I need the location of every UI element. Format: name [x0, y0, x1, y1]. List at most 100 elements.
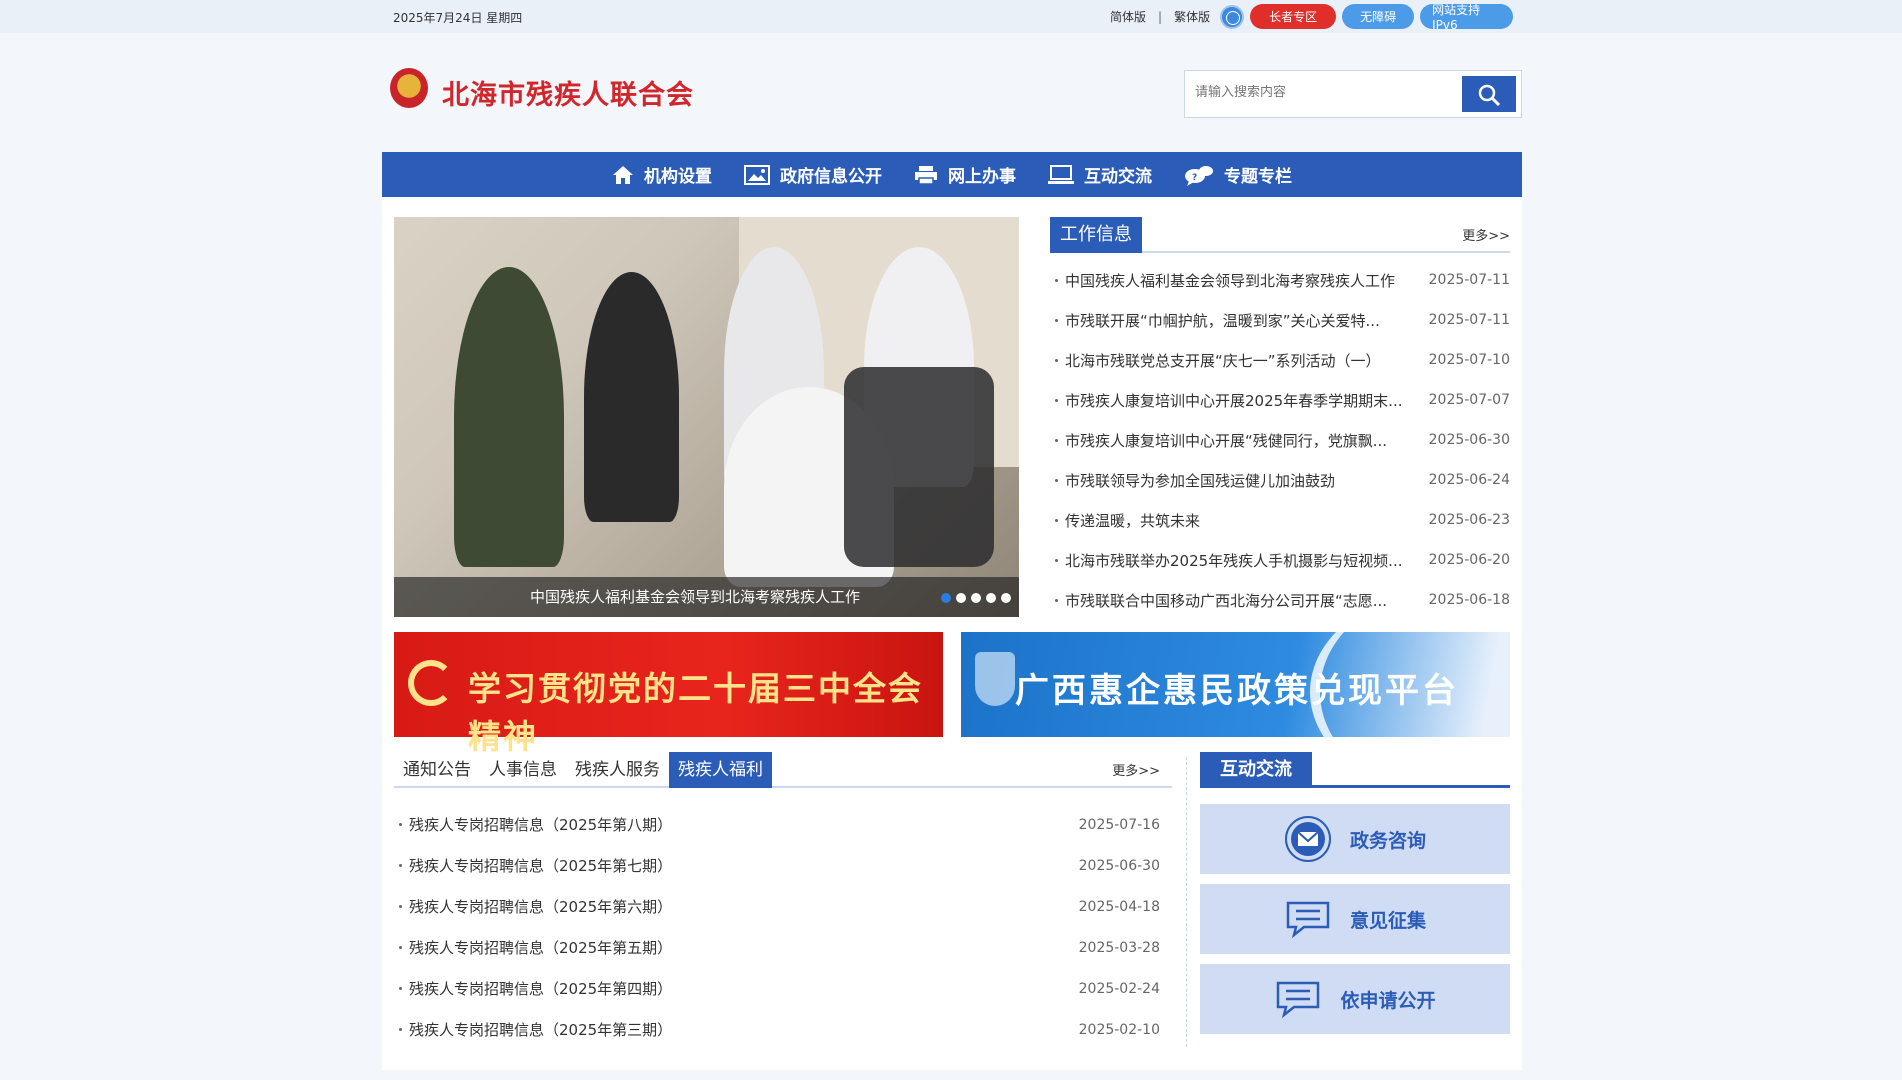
message-icon	[1286, 901, 1330, 939]
list-item[interactable]: 北海市残联举办2025年残疾人手机摄影与短视频... 2025-06-20	[1050, 540, 1510, 580]
nav-label: 互动交流	[1084, 167, 1152, 187]
news-title[interactable]: 市残联领导为参加全国残运健儿加油鼓劲	[1065, 470, 1426, 491]
bullet	[399, 946, 402, 949]
list-item[interactable]: 中国残疾人福利基金会领导到北海考察残疾人工作 2025-07-11	[1050, 260, 1510, 300]
news-title[interactable]: 市残疾人康复培训中心开展2025年春季学期期末...	[1065, 390, 1426, 411]
chat-icon: ?	[1185, 165, 1213, 186]
nav-gov-info[interactable]: 政府信息公开	[744, 162, 882, 187]
search-icon	[1478, 84, 1501, 107]
bullet	[399, 905, 402, 908]
tab-notices[interactable]: 通知公告	[394, 752, 480, 788]
bullet	[1055, 438, 1058, 442]
notice-title[interactable]: 残疾人专岗招聘信息（2025年第七期）	[409, 855, 1062, 876]
photo-carousel[interactable]: 中国残疾人福利基金会领导到北海考察残疾人工作	[394, 217, 1019, 617]
tab-disabled-welfare[interactable]: 残疾人福利	[669, 752, 772, 788]
carousel-dot[interactable]	[1001, 593, 1011, 603]
news-date: 2025-07-11	[1428, 312, 1510, 328]
bullet	[1055, 478, 1058, 482]
topbar-links: 简体版 | 繁体版 长者专区 无障碍 网站支持IPv6	[1110, 3, 1514, 32]
current-date: 2025年7月24日 星期四	[393, 11, 523, 25]
list-item[interactable]: 残疾人专岗招聘信息（2025年第七期） 2025-06-30	[394, 845, 1172, 886]
monitor-icon	[1048, 164, 1074, 184]
news-date: 2025-06-23	[1428, 512, 1510, 528]
notice-title[interactable]: 残疾人专岗招聘信息（2025年第八期）	[409, 814, 1062, 835]
list-item[interactable]: 残疾人专岗招聘信息（2025年第六期） 2025-04-18	[394, 886, 1172, 927]
carousel-dot[interactable]	[956, 593, 966, 603]
gov-consultation-button[interactable]: 政务咨询	[1200, 804, 1510, 874]
news-date: 2025-06-24	[1428, 472, 1510, 488]
shield-icon	[975, 652, 1015, 706]
elder-zone-button[interactable]: 长者专区	[1250, 4, 1337, 29]
notice-title[interactable]: 残疾人专岗招聘信息（2025年第四期）	[409, 978, 1062, 999]
bullet	[399, 823, 402, 826]
nav-interaction[interactable]: 互动交流	[1048, 162, 1152, 187]
notice-title[interactable]: 残疾人专岗招聘信息（2025年第六期）	[409, 896, 1062, 917]
party-study-banner[interactable]: 学习贯彻党的二十届三中全会精神	[394, 632, 943, 756]
list-item[interactable]: 北海市残联党总支开展“庆七一”系列活动（一） 2025-07-10	[1050, 340, 1510, 380]
news-title[interactable]: 北海市残联举办2025年残疾人手机摄影与短视频...	[1065, 550, 1426, 571]
notice-date: 2025-02-24	[1078, 980, 1160, 997]
carousel-caption[interactable]: 中国残疾人福利基金会领导到北海考察残疾人工作	[530, 586, 860, 607]
tab-personnel[interactable]: 人事信息	[480, 752, 566, 788]
list-item[interactable]: 市残联联合中国移动广西北海分公司开展“志愿... 2025-06-18	[1050, 580, 1510, 620]
nav-special-topics[interactable]: ? 专题专栏	[1184, 162, 1292, 187]
work-news-more-link[interactable]: 更多>>	[1462, 225, 1510, 244]
printer-icon	[915, 165, 937, 185]
disclosure-request-button[interactable]: 依申请公开	[1200, 964, 1510, 1034]
news-title[interactable]: 中国残疾人福利基金会领导到北海考察残疾人工作	[1065, 270, 1426, 291]
news-title[interactable]: 市残疾人康复培训中心开展“残健同行，党旗飘...	[1065, 430, 1426, 451]
tab-disabled-services[interactable]: 残疾人服务	[566, 752, 669, 788]
search-box	[1184, 70, 1522, 118]
photo-person	[584, 272, 679, 522]
interaction-title[interactable]: 互动交流	[1200, 752, 1312, 788]
carousel-dot[interactable]	[941, 593, 951, 603]
news-title[interactable]: 传递温暖，共筑未来	[1065, 510, 1426, 531]
accessibility-button[interactable]: 无障碍	[1342, 4, 1415, 29]
list-item[interactable]: 残疾人专岗招聘信息（2025年第五期） 2025-03-28	[394, 927, 1172, 968]
bullet	[399, 1028, 402, 1031]
news-date: 2025-06-30	[1428, 432, 1510, 448]
notice-date: 2025-02-10	[1078, 1021, 1160, 1038]
notice-date: 2025-06-30	[1078, 857, 1160, 874]
nav-org-structure[interactable]: 机构设置	[612, 162, 712, 187]
news-title[interactable]: 北海市残联党总支开展“庆七一”系列活动（一）	[1065, 350, 1426, 371]
traditional-chinese-link[interactable]: 繁体版	[1174, 8, 1210, 25]
notice-title[interactable]: 残疾人专岗招聘信息（2025年第三期）	[409, 1019, 1062, 1040]
news-title[interactable]: 市残联联合中国移动广西北海分公司开展“志愿...	[1065, 590, 1426, 611]
list-item[interactable]: 市残疾人康复培训中心开展“残健同行，党旗飘... 2025-06-30	[1050, 420, 1510, 460]
news-title[interactable]: 市残联开展“巾帼护航，温暖到家”关心关爱特...	[1065, 310, 1426, 331]
opinion-collection-button[interactable]: 意见征集	[1200, 884, 1510, 954]
bullet	[1055, 398, 1058, 402]
list-item[interactable]: 市残疾人康复培训中心开展2025年春季学期期末... 2025-07-07	[1050, 380, 1510, 420]
site-header: 北海市残疾人联合会	[382, 33, 1522, 152]
list-item[interactable]: 残疾人专岗招聘信息（2025年第四期） 2025-02-24	[394, 968, 1172, 1009]
list-item[interactable]: 市残联开展“巾帼护航，温暖到家”关心关爱特... 2025-07-11	[1050, 300, 1510, 340]
list-item[interactable]: 残疾人专岗招聘信息（2025年第八期） 2025-07-16	[394, 804, 1172, 845]
notice-title[interactable]: 残疾人专岗招聘信息（2025年第五期）	[409, 937, 1062, 958]
ipv6-badge[interactable]: 网站支持IPv6	[1420, 3, 1514, 32]
tab-bar: 通知公告 人事信息 残疾人服务 残疾人福利	[394, 752, 1172, 788]
policy-platform-banner[interactable]: 广西惠企惠民政策兑现平台	[961, 632, 1510, 737]
tabs-more-link[interactable]: 更多>>	[1112, 760, 1160, 779]
globe-icon[interactable]	[1220, 4, 1245, 29]
work-news-panel: 工作信息 更多>> 中国残疾人福利基金会领导到北海考察残疾人工作 2025-07-…	[1050, 217, 1510, 622]
list-item[interactable]: 市残联领导为参加全国残运健儿加油鼓劲 2025-06-24	[1050, 460, 1510, 500]
site-title[interactable]: 北海市残疾人联合会	[442, 73, 694, 112]
hammer-sickle-icon	[408, 660, 454, 706]
list-item[interactable]: 残疾人专岗招聘信息（2025年第三期） 2025-02-10	[394, 1009, 1172, 1050]
button-label: 意见征集	[1349, 909, 1426, 932]
news-date: 2025-06-20	[1428, 552, 1510, 568]
column-divider	[1186, 757, 1187, 1047]
main-content: 中国残疾人福利基金会领导到北海考察残疾人工作 工作信息 更多>> 中国残疾人福利…	[382, 197, 1522, 1070]
bullet	[1055, 358, 1058, 362]
search-button[interactable]	[1462, 76, 1516, 112]
work-news-title[interactable]: 工作信息	[1050, 217, 1142, 253]
list-item[interactable]: 传递温暖，共筑未来 2025-06-23	[1050, 500, 1510, 540]
carousel-dot[interactable]	[971, 593, 981, 603]
simplified-chinese-link[interactable]: 简体版	[1110, 8, 1146, 25]
notice-list: 残疾人专岗招聘信息（2025年第八期） 2025-07-16 残疾人专岗招聘信息（…	[394, 804, 1172, 1050]
search-input[interactable]	[1195, 85, 1445, 100]
carousel-dot[interactable]	[986, 593, 996, 603]
svg-text:?: ?	[1192, 173, 1197, 183]
nav-online-service[interactable]: 网上办事	[914, 162, 1016, 187]
